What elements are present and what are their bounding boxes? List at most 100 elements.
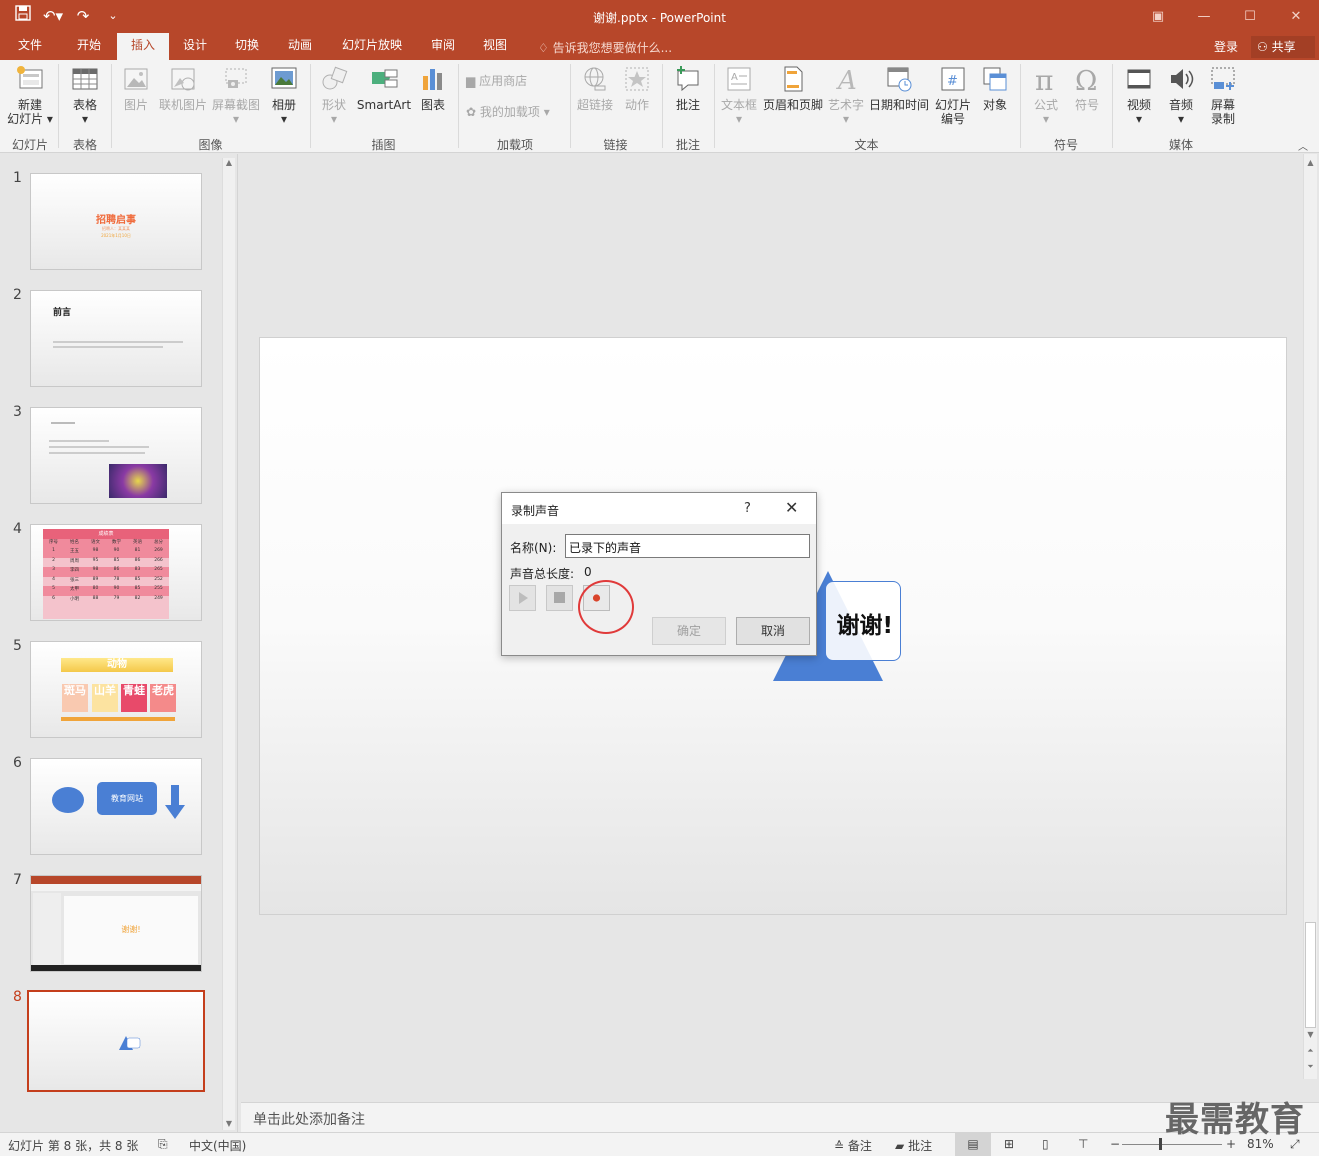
thumb-table-cell: 269 [154, 548, 163, 553]
zoom-out-icon[interactable]: − [1110, 1137, 1120, 1151]
tab-slideshow[interactable]: 幻灯片放映 [335, 33, 409, 60]
my-addins-button[interactable]: ✿ 我的加载项 ▾ [466, 105, 564, 119]
thumb-picture [109, 464, 167, 498]
slide-thumbnail-6[interactable]: 教育网站 [30, 758, 202, 855]
new-slide-button[interactable]: 新建 幻灯片 ▾ [6, 64, 54, 126]
globe-link-icon [584, 67, 606, 91]
tab-home[interactable]: 开始 [66, 33, 112, 60]
screen-recording-button[interactable]: 屏幕 录制 [1204, 64, 1242, 126]
tab-transitions[interactable]: 切换 [224, 33, 270, 60]
scroll-up-icon[interactable]: ▲ [223, 158, 235, 167]
dialog-title-bar: 录制声音 ? ✕ [502, 493, 816, 524]
store-icon: ▆ [466, 74, 476, 88]
tab-design[interactable]: 设计 [172, 33, 218, 60]
table-button[interactable]: 表格 ▾ [64, 64, 106, 126]
smartart-button[interactable]: SmartArt [356, 64, 412, 112]
scroll-thumb[interactable] [1305, 922, 1316, 1028]
ok-button[interactable]: 确定 [652, 617, 726, 645]
next-slide-icon[interactable]: ⏷ [1304, 1062, 1317, 1072]
login-link[interactable]: 登录 [1214, 38, 1238, 55]
share-button[interactable]: ⚇ 共享 [1251, 36, 1315, 58]
textbox-button[interactable]: A 文本框 ▾ [719, 64, 759, 126]
slide-number: 7 [13, 872, 22, 888]
play-button[interactable] [509, 585, 536, 611]
zoom-slider[interactable] [1122, 1144, 1222, 1145]
reading-view-icon[interactable]: ▯ [1042, 1137, 1049, 1151]
my-addins-label: 我的加载项 [479, 105, 540, 119]
stop-button[interactable] [546, 585, 573, 611]
header-footer-button[interactable]: 页眉和页脚 [762, 64, 824, 112]
chart-button[interactable]: 图表 [415, 64, 451, 112]
tab-review[interactable]: 审阅 [420, 33, 466, 60]
album-button[interactable]: 相册 ▾ [265, 64, 303, 126]
slide-sorter-icon[interactable]: ⊞ [1004, 1137, 1014, 1151]
action-button[interactable]: 动作 [618, 64, 656, 112]
slide-thumbnail-7[interactable]: 谢谢! [30, 875, 202, 972]
slide-thumbnail-4[interactable]: 成绩表 序号 姓名 语文 数学 英语 总分 1 王五 98 90 81 269 2 周周 95 85 86 26… [30, 524, 202, 621]
dialog-close-button[interactable]: ✕ [785, 498, 798, 517]
pi-icon: π [1035, 64, 1053, 94]
maximize-button[interactable]: ☐ [1227, 0, 1273, 33]
thumb-table-cell: 81 [134, 548, 141, 553]
slide-thumbnail-1[interactable]: 招聘启事 招聘人：某某某 2021年1月10日 [30, 173, 202, 270]
ribbon-display-options-icon[interactable]: ▣ [1135, 0, 1181, 33]
thumb-table-cell: 语文 [91, 540, 100, 545]
tab-insert[interactable]: 插入 [117, 33, 169, 60]
group-label-media: 媒体 [1168, 138, 1193, 152]
online-picture-button[interactable]: 联机图片 [158, 64, 208, 112]
slideshow-view-icon[interactable]: ⊤ [1078, 1137, 1088, 1151]
object-button[interactable]: 对象 [976, 64, 1014, 112]
scroll-down-icon[interactable]: ▼ [223, 1119, 235, 1128]
group-separator [310, 64, 311, 148]
slide-number-button[interactable]: # 幻灯片 编号 [933, 64, 973, 126]
help-button[interactable]: ? [744, 501, 751, 516]
scroll-up-icon[interactable]: ▲ [1304, 158, 1317, 167]
slide-thumbnail-3[interactable] [30, 407, 202, 504]
symbol-button[interactable]: Ω 符号 [1068, 64, 1106, 112]
thumb-table-row: 2 周周 95 85 86 266 [43, 557, 169, 567]
textbox-label: 文本框 [720, 98, 757, 112]
table-label: 表格 [72, 98, 97, 112]
collapse-ribbon-icon[interactable]: ︿ [1298, 138, 1308, 153]
normal-view-icon[interactable]: ▤ [955, 1133, 991, 1156]
tell-me-search[interactable]: ♢ 告诉我您想要做什么... [538, 39, 672, 56]
spellcheck-icon[interactable]: ⎘ [158, 1137, 168, 1152]
audio-button[interactable]: 音频 ▾ [1162, 64, 1200, 126]
sound-name-input[interactable]: 已录下的声音 [565, 534, 810, 558]
tab-view[interactable]: 视图 [472, 33, 518, 60]
minimize-button[interactable]: — [1181, 0, 1227, 33]
scroll-down-icon[interactable]: ▼ [1304, 1030, 1317, 1039]
slide-thumbnail-2[interactable]: 前言 [30, 290, 202, 387]
shapes-button[interactable]: 形状 ▾ [316, 64, 352, 126]
wordart-button[interactable]: A 艺术字 ▾ [827, 64, 865, 126]
notes-toggle[interactable]: ≙ 备注 [834, 1137, 872, 1154]
language-indicator[interactable]: 中文(中国) [189, 1137, 246, 1154]
group-label-addins: 加载项 [496, 138, 533, 152]
tab-animations[interactable]: 动画 [277, 33, 323, 60]
thumbnail-scrollbar[interactable]: ▲ ▼ [222, 158, 235, 1130]
comment-button[interactable]: 批注 [668, 64, 708, 112]
slide-thumbnail-5[interactable]: 动物 斑马 山羊 青蛙 老虎 [30, 641, 202, 738]
picture-button[interactable]: 图片 [118, 64, 154, 112]
thumb-body-lines [53, 341, 183, 343]
chart-icon [423, 69, 442, 90]
datetime-button[interactable]: 日期和时间 [868, 64, 930, 112]
notes-pane[interactable]: 单击此处添加备注 [241, 1102, 1319, 1132]
store-button[interactable]: ▆ 应用商店 [466, 74, 564, 88]
comments-toggle[interactable]: ▰ 批注 [895, 1137, 932, 1154]
hyperlink-button[interactable]: 超链接 [575, 64, 615, 112]
screenshot-button[interactable]: 屏幕截图 ▾ [211, 64, 261, 126]
previous-slide-icon[interactable]: ⏶ [1304, 1046, 1317, 1056]
video-button[interactable]: 视频 ▾ [1120, 64, 1158, 126]
cancel-button[interactable]: 取消 [736, 617, 810, 645]
lightbulb-icon: ♢ [538, 41, 549, 55]
equation-button[interactable]: π 公式 ▾ [1026, 64, 1066, 126]
zoom-slider-thumb[interactable] [1159, 1138, 1162, 1150]
thumb-mini-shape [119, 1036, 141, 1053]
tab-file[interactable]: 文件 [8, 33, 52, 60]
slide-scrollbar[interactable]: ▲ ▼ ⏶ ⏷ [1303, 154, 1317, 1079]
picture-icon [124, 68, 148, 90]
close-button[interactable]: ✕ [1273, 0, 1319, 33]
slide-thumbnail-8[interactable] [27, 990, 205, 1092]
thumb-table-cell: 86 [113, 567, 120, 572]
